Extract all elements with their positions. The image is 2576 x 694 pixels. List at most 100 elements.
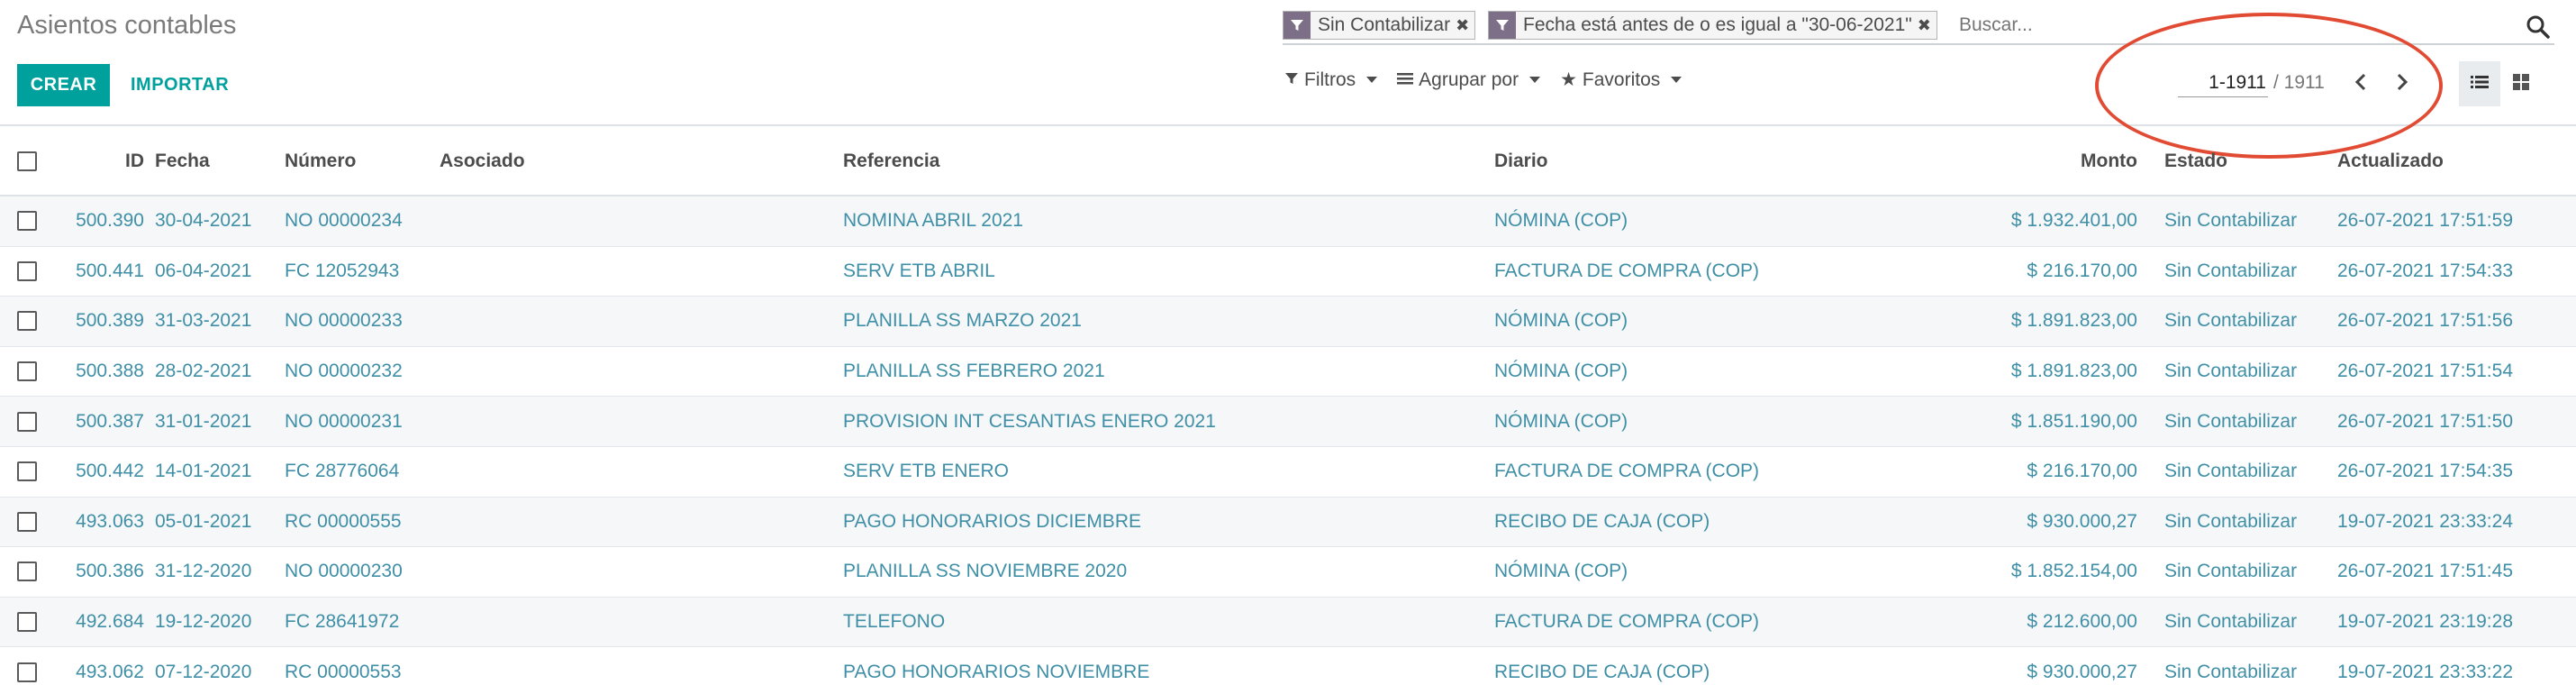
cell-journal: FACTURA DE COMPRA (COP)	[1494, 611, 1760, 633]
row-checkbox[interactable]	[17, 662, 37, 682]
column-header-updated[interactable]: Actualizado	[2337, 151, 2444, 172]
table-row[interactable]: 493.063 05-01-2021 RC 00000555 PAGO HONO…	[0, 497, 2576, 548]
cell-amount: $ 212.600,00	[2027, 611, 2137, 633]
select-all-checkbox[interactable]	[17, 151, 37, 171]
table-row[interactable]: 492.684 19-12-2020 FC 28641972 TELEFONO …	[0, 597, 2576, 648]
table-row[interactable]: 493.062 07-12-2020 RC 00000553 PAGO HONO…	[0, 647, 2576, 694]
cell-updated: 26-07-2021 17:54:35	[2337, 461, 2513, 482]
cell-updated: 19-07-2021 23:33:22	[2337, 661, 2513, 682]
group-by-dropdown[interactable]: Agrupar por	[1397, 68, 1541, 91]
cell-date: 05-01-2021	[155, 510, 252, 532]
row-checkbox[interactable]	[17, 311, 37, 332]
search-facet-status[interactable]: Sin Contabilizar ✖	[1283, 11, 1476, 40]
table-row[interactable]: 500.388 28-02-2021 NO 00000232 PLANILLA …	[0, 347, 2576, 397]
table-row[interactable]: 500.442 14-01-2021 FC 28776064 SERV ETB …	[0, 447, 2576, 498]
filter-icon	[1489, 12, 1516, 39]
row-checkbox[interactable]	[17, 562, 37, 582]
cell-date: 31-12-2020	[155, 561, 252, 582]
row-checkbox[interactable]	[17, 511, 37, 532]
cell-amount: $ 1.932.401,00	[2010, 210, 2137, 232]
cell-status: Sin Contabilizar	[2164, 310, 2298, 332]
search-icon[interactable]	[2526, 14, 2551, 40]
cell-reference: PROVISION INT CESANTIAS ENERO 2021	[843, 410, 1216, 432]
cell-date: 06-04-2021	[155, 260, 252, 281]
list-view-button[interactable]	[2459, 61, 2500, 106]
cell-number: FC 28776064	[285, 461, 400, 482]
cell-amount: $ 1.851.190,00	[2010, 410, 2137, 432]
cell-id: 500.389	[76, 310, 144, 332]
cell-date: 28-02-2021	[155, 361, 252, 382]
search-options: Filtros Agrupar por ★ Favoritos	[1284, 68, 1683, 91]
cell-journal: FACTURA DE COMPRA (COP)	[1494, 260, 1760, 281]
row-checkbox[interactable]	[17, 211, 37, 232]
table-row[interactable]: 500.386 31-12-2020 NO 00000230 PLANILLA …	[0, 547, 2576, 598]
cell-reference: PLANILLA SS MARZO 2021	[843, 310, 1082, 332]
pager: / 1911	[2178, 68, 2325, 97]
table-row[interactable]: 500.441 06-04-2021 FC 12052943 SERV ETB …	[0, 247, 2576, 297]
list-icon	[1397, 69, 1414, 91]
chevron-down-icon	[1366, 77, 1378, 83]
filters-dropdown[interactable]: Filtros	[1284, 68, 1378, 91]
column-header-amount[interactable]: Monto	[2081, 151, 2137, 172]
cell-updated: 26-07-2021 17:51:59	[2337, 210, 2513, 232]
create-button[interactable]: CREAR	[17, 64, 110, 106]
table-body: 500.390 30-04-2021 NO 00000234 NOMINA AB…	[0, 196, 2576, 694]
row-checkbox[interactable]	[17, 612, 37, 633]
cell-status: Sin Contabilizar	[2164, 510, 2298, 532]
cell-date: 31-03-2021	[155, 310, 252, 332]
cell-journal: NÓMINA (COP)	[1494, 310, 1628, 332]
row-checkbox[interactable]	[17, 411, 37, 432]
cell-journal: NÓMINA (COP)	[1494, 361, 1628, 382]
cell-journal: RECIBO DE CAJA (COP)	[1494, 510, 1710, 532]
cell-reference: NOMINA ABRIL 2021	[843, 210, 1023, 232]
table-row[interactable]: 500.389 31-03-2021 NO 00000233 PLANILLA …	[0, 297, 2576, 347]
close-icon[interactable]: ✖	[1918, 12, 1937, 39]
pager-previous-button[interactable]	[2347, 65, 2374, 99]
group-by-label: Agrupar por	[1419, 68, 1519, 90]
filter-icon	[1283, 12, 1311, 39]
cell-journal: FACTURA DE COMPRA (COP)	[1494, 461, 1760, 482]
column-header-number[interactable]: Número	[285, 151, 356, 172]
cell-id: 500.387	[76, 410, 144, 432]
cell-status: Sin Contabilizar	[2164, 410, 2298, 432]
cell-id: 500.388	[76, 361, 144, 382]
search-facet-date[interactable]: Fecha está antes de o es igual a "30-06-…	[1488, 11, 1937, 40]
column-header-reference[interactable]: Referencia	[843, 151, 939, 172]
cell-amount: $ 930.000,27	[2027, 510, 2137, 532]
pager-next-button[interactable]	[2389, 65, 2416, 99]
cell-id: 493.062	[76, 661, 144, 682]
cell-number: NO 00000231	[285, 410, 403, 432]
search-input[interactable]	[1959, 11, 2463, 40]
column-header-date[interactable]: Fecha	[155, 151, 210, 172]
chevron-down-icon	[1529, 77, 1541, 83]
cell-updated: 19-07-2021 23:33:24	[2337, 510, 2513, 532]
pager-range-input[interactable]	[2178, 68, 2268, 97]
table-row[interactable]: 500.390 30-04-2021 NO 00000234 NOMINA AB…	[0, 196, 2576, 247]
cell-journal: NÓMINA (COP)	[1494, 210, 1628, 232]
cell-number: NO 00000230	[285, 561, 403, 582]
cell-reference: PLANILLA SS NOVIEMBRE 2020	[843, 561, 1128, 582]
filter-icon	[1284, 69, 1299, 91]
cell-date: 31-01-2021	[155, 410, 252, 432]
list-view-icon	[2471, 75, 2489, 94]
column-header-id[interactable]: ID	[125, 151, 144, 172]
close-icon[interactable]: ✖	[1456, 12, 1474, 39]
favorites-dropdown[interactable]: ★ Favoritos	[1560, 68, 1683, 91]
cell-journal: NÓMINA (COP)	[1494, 410, 1628, 432]
star-icon: ★	[1560, 69, 1577, 90]
cell-status: Sin Contabilizar	[2164, 461, 2298, 482]
column-header-partner[interactable]: Asociado	[440, 151, 525, 172]
cell-amount: $ 930.000,27	[2027, 661, 2137, 682]
row-checkbox[interactable]	[17, 361, 37, 382]
cell-reference: PAGO HONORARIOS DICIEMBRE	[843, 510, 1141, 532]
row-checkbox[interactable]	[17, 461, 37, 482]
cell-number: NO 00000232	[285, 361, 403, 382]
row-checkbox[interactable]	[17, 260, 37, 281]
column-header-status[interactable]: Estado	[2164, 151, 2227, 172]
column-header-journal[interactable]: Diario	[1494, 151, 1548, 172]
import-button[interactable]: IMPORTAR	[131, 64, 229, 106]
kanban-view-button[interactable]	[2500, 61, 2542, 106]
chevron-down-icon	[1671, 77, 1683, 83]
table-row[interactable]: 500.387 31-01-2021 NO 00000231 PROVISION…	[0, 397, 2576, 447]
cell-id: 493.063	[76, 510, 144, 532]
